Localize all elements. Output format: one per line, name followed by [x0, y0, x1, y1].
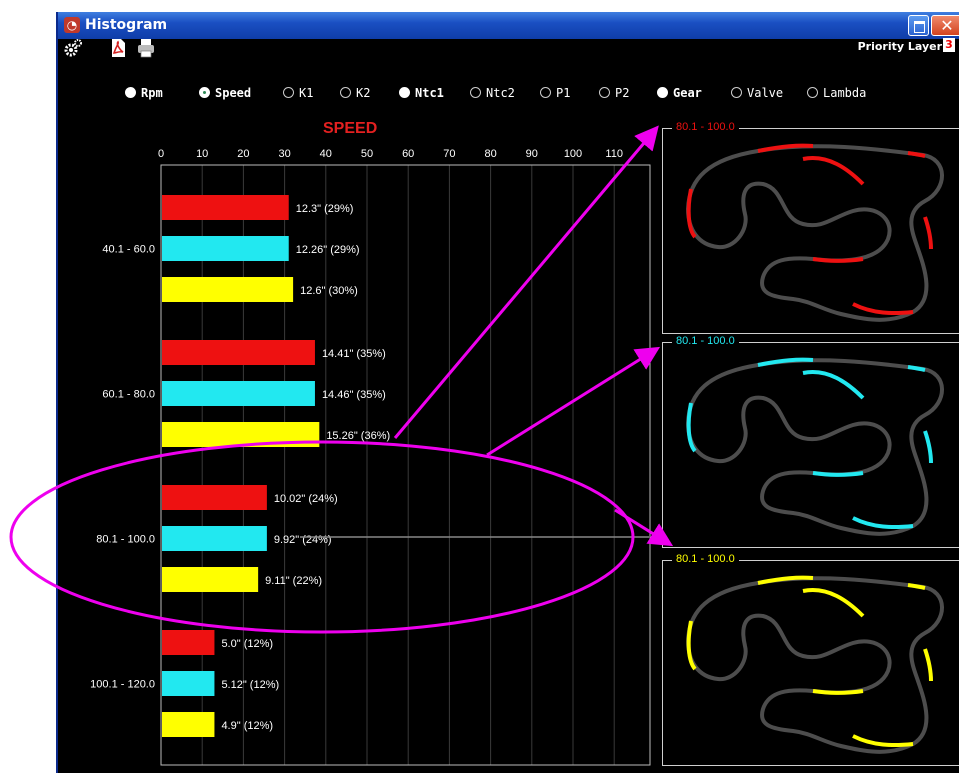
annotation-overlay — [9, 125, 674, 634]
annotation-arrow — [393, 125, 659, 439]
annotation-arrow — [614, 508, 674, 547]
highlight-ellipse — [9, 440, 635, 634]
annotation-arrow — [486, 346, 661, 457]
